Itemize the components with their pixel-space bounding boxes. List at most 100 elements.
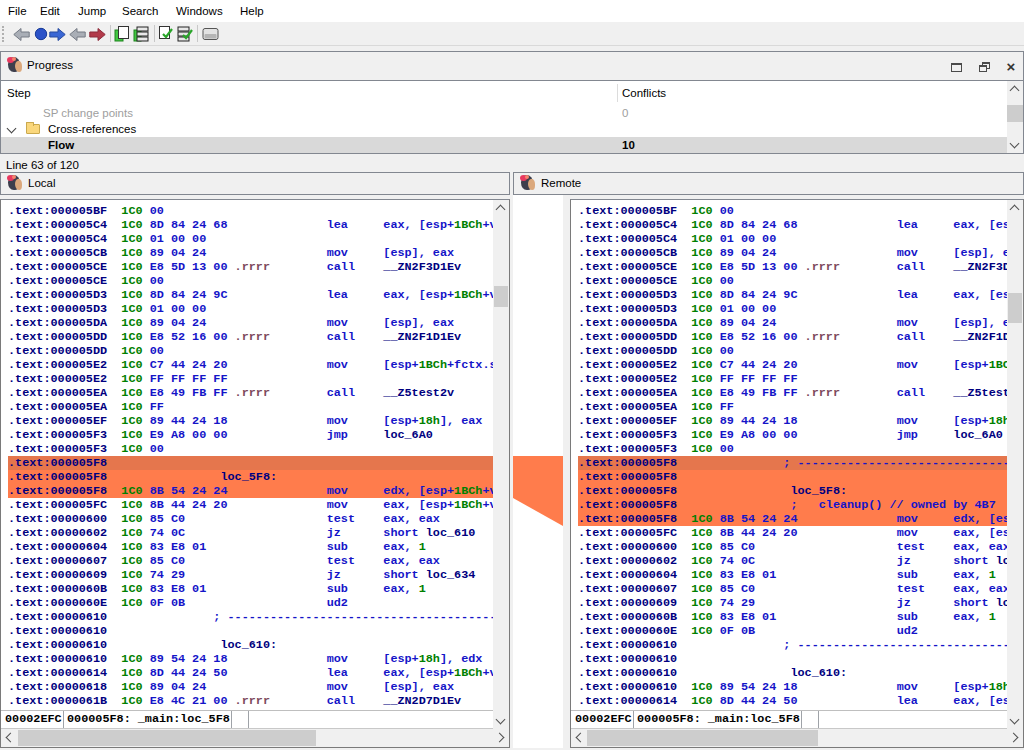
listing-line[interactable]: .text:00000614 1C0 8D 44 24 50 lea eax, … — [578, 694, 1007, 708]
listing-line[interactable]: .text:000005F8 — [8, 456, 493, 470]
listing-line[interactable]: .text:000005C4 1C0 01 00 00 — [8, 232, 493, 246]
listing-line[interactable]: .text:00000607 1C0 85 C0 test eax, eax — [578, 582, 1007, 596]
listing-line[interactable]: .text:00000602 1C0 74 0C jz short loc_61… — [578, 554, 1007, 568]
listing-line[interactable]: .text:000005F8 loc_5F8: — [578, 484, 1007, 498]
float-window-button[interactable] — [978, 61, 992, 75]
listing-line[interactable]: .text:000005F3 1C0 00 — [578, 442, 1007, 456]
listing-line[interactable]: .text:000005FC 1C0 8B 44 24 20 mov eax, … — [8, 498, 493, 512]
maximize-button[interactable] — [950, 61, 964, 75]
progress-scrollbar[interactable] — [1007, 81, 1023, 153]
progress-scroll-down-button[interactable] — [1007, 137, 1023, 153]
listing-line[interactable]: .text:000005D3 1C0 8D 84 24 9C lea eax, … — [8, 288, 493, 302]
listing-line[interactable]: .text:00000609 1C0 74 29 jz short loc_63… — [578, 596, 1007, 610]
toolbar-button-nav-next[interactable] — [89, 26, 106, 42]
listing-line[interactable]: .text:0000060E 1C0 0F 0B ud2 — [8, 596, 493, 610]
listing-line[interactable]: .text:000005CE 1C0 00 — [8, 274, 493, 288]
listing-line[interactable]: .text:00000610 1C0 89 54 24 18 mov [esp+… — [8, 652, 493, 666]
listing-line[interactable]: .text:00000607 1C0 85 C0 test eax, eax — [8, 554, 493, 568]
listing-line[interactable]: .text:000005CB 1C0 89 04 24 mov [esp], e… — [8, 246, 493, 260]
listing-line[interactable]: .text:00000610 — [578, 652, 1007, 666]
listing-line[interactable]: .text:000005CB 1C0 89 04 24 mov [esp], e… — [578, 246, 1007, 260]
listing-line[interactable]: .text:00000610 ; -----------------------… — [578, 638, 1007, 652]
remote-vscroll-up-button[interactable] — [1007, 200, 1023, 216]
listing-line[interactable]: .text:000005CE 1C0 00 — [578, 274, 1007, 288]
listing-line[interactable]: .text:000005F8 1C0 8B 54 24 24 mov edx, … — [8, 484, 493, 498]
listing-line[interactable]: .text:00000610 — [8, 624, 493, 638]
listing-line[interactable]: .text:00000610 loc_610: — [578, 666, 1007, 680]
progress-scroll-thumb[interactable] — [1007, 105, 1023, 122]
toolbar-button-window-check[interactable] — [158, 26, 175, 42]
toolbar-button-open-window[interactable] — [114, 26, 131, 42]
listing-line[interactable]: .text:000005CE 1C0 E8 5D 13 00 .rrrr cal… — [8, 260, 493, 274]
remote-vscroll-down-button[interactable] — [1007, 713, 1023, 729]
toolbar-button-screen[interactable] — [202, 26, 219, 42]
toolbar-button-jump-back-disabled[interactable] — [13, 26, 30, 42]
local-hscrollbar[interactable] — [1, 729, 509, 747]
menu-item-file[interactable]: File — [8, 0, 27, 22]
close-button[interactable]: × — [1004, 60, 1018, 74]
listing-line[interactable]: .text:000005F8 ; -----------------------… — [578, 456, 1007, 470]
listing-line[interactable]: .text:00000600 1C0 85 C0 test eax, eax — [8, 512, 493, 526]
toolbar-button-jump-forward[interactable] — [49, 26, 66, 42]
listing-line[interactable]: .text:000005CE 1C0 E8 5D 13 00 .rrrr cal… — [578, 260, 1007, 274]
remote-listing[interactable]: .text:000005BF 1C0 00.text:000005C4 1C0 … — [570, 199, 1024, 748]
tree-row-flow[interactable]: Flow 10 — [1, 137, 1007, 153]
remote-hscroll-right-button[interactable] — [1007, 730, 1023, 746]
toolbar-button-list-sync[interactable] — [177, 26, 194, 42]
menu-item-edit[interactable]: Edit — [40, 0, 60, 22]
listing-line[interactable]: .text:0000060B 1C0 83 E8 01 sub eax, 1 — [8, 582, 493, 596]
listing-line[interactable]: .text:000005C4 1C0 8D 84 24 68 lea eax, … — [8, 218, 493, 232]
local-vscroll-thumb[interactable] — [494, 286, 508, 307]
local-vscrollbar[interactable] — [493, 200, 509, 729]
listing-line[interactable]: .text:000005F3 1C0 E9 A8 00 00 jmp loc_6… — [8, 428, 493, 442]
listing-line[interactable]: .text:000005DA 1C0 89 04 24 mov [esp], e… — [8, 316, 493, 330]
local-hscroll-left-button[interactable] — [1, 730, 17, 746]
listing-line[interactable]: .text:000005EA 1C0 E8 49 FB FF .rrrr cal… — [8, 386, 493, 400]
toolbar-button-open-list[interactable] — [133, 26, 150, 42]
listing-line[interactable]: .text:000005EA 1C0 FF — [578, 400, 1007, 414]
progress-scroll-up-button[interactable] — [1007, 81, 1023, 97]
toolbar-button-nav-prev-disabled[interactable] — [69, 26, 86, 42]
listing-line[interactable]: .text:000005D3 1C0 01 00 00 — [8, 302, 493, 316]
listing-line[interactable]: .text:00000610 ; -----------------------… — [8, 610, 493, 624]
listing-line[interactable]: .text:000005C4 1C0 01 00 00 — [578, 232, 1007, 246]
local-hscroll-right-button[interactable] — [493, 730, 509, 746]
listing-line[interactable]: .text:000005BF 1C0 00 — [8, 204, 493, 218]
listing-line[interactable]: .text:000005D3 1C0 8D 84 24 9C lea eax, … — [578, 288, 1007, 302]
listing-line[interactable]: .text:000005DD 1C0 E8 52 16 00 .rrrr cal… — [578, 330, 1007, 344]
remote-hscrollbar[interactable] — [571, 729, 1023, 747]
listing-line[interactable]: .text:00000610 loc_610: — [8, 638, 493, 652]
local-listing[interactable]: .text:000005BF 1C0 00.text:000005C4 1C0 … — [0, 199, 510, 748]
listing-line[interactable]: .text:000005F8 — [578, 470, 1007, 484]
menu-item-help[interactable]: Help — [240, 0, 264, 22]
local-vscroll-up-button[interactable] — [493, 200, 509, 216]
listing-line[interactable]: .text:0000060E 1C0 0F 0B ud2 — [578, 624, 1007, 638]
listing-line[interactable]: .text:000005E2 1C0 C7 44 24 20 mov [esp+… — [578, 358, 1007, 372]
local-vscroll-down-button[interactable] — [493, 713, 509, 729]
remote-hscroll-left-button[interactable] — [571, 730, 587, 746]
listing-line[interactable]: .text:000005EA 1C0 E8 49 FB FF .rrrr cal… — [578, 386, 1007, 400]
listing-line[interactable]: .text:000005FC 1C0 8B 44 24 20 mov eax, … — [578, 526, 1007, 540]
listing-line[interactable]: .text:00000600 1C0 85 C0 test eax, eax — [578, 540, 1007, 554]
listing-line[interactable]: .text:000005DD 1C0 E8 52 16 00 .rrrr cal… — [8, 330, 493, 344]
menu-item-windows[interactable]: Windows — [176, 0, 223, 22]
listing-line[interactable]: .text:000005EF 1C0 89 44 24 18 mov [esp+… — [578, 414, 1007, 428]
listing-line[interactable]: .text:000005DD 1C0 00 — [8, 344, 493, 358]
listing-line[interactable]: .text:000005F8 1C0 8B 54 24 24 mov edx, … — [578, 512, 1007, 526]
local-listing-rows[interactable]: .text:000005BF 1C0 00.text:000005C4 1C0 … — [1, 200, 493, 710]
chevron-down-icon[interactable] — [7, 124, 17, 134]
listing-line[interactable]: .text:000005F3 1C0 00 — [8, 442, 493, 456]
remote-vscrollbar[interactable] — [1007, 200, 1023, 729]
listing-line[interactable]: .text:000005C4 1C0 8D 84 24 68 lea eax, … — [578, 218, 1007, 232]
listing-line[interactable]: .text:0000060B 1C0 83 E8 01 sub eax, 1 — [578, 610, 1007, 624]
listing-line[interactable]: .text:000005F3 1C0 E9 A8 00 00 jmp loc_6… — [578, 428, 1007, 442]
listing-line[interactable]: .text:000005DD 1C0 00 — [578, 344, 1007, 358]
listing-line[interactable]: .text:0000061B 1C0 E8 4C 21 00 .rrrr cal… — [8, 694, 493, 708]
listing-line[interactable]: .text:00000609 1C0 74 29 jz short loc_63… — [8, 568, 493, 582]
listing-line[interactable]: .text:000005EA 1C0 FF — [8, 400, 493, 414]
menu-item-jump[interactable]: Jump — [78, 0, 106, 22]
listing-line[interactable]: .text:000005BF 1C0 00 — [578, 204, 1007, 218]
column-header-conflicts[interactable]: Conflicts — [622, 85, 666, 101]
local-hscroll-thumb[interactable] — [18, 730, 316, 746]
listing-line[interactable]: .text:000005EF 1C0 89 44 24 18 mov [esp+… — [8, 414, 493, 428]
